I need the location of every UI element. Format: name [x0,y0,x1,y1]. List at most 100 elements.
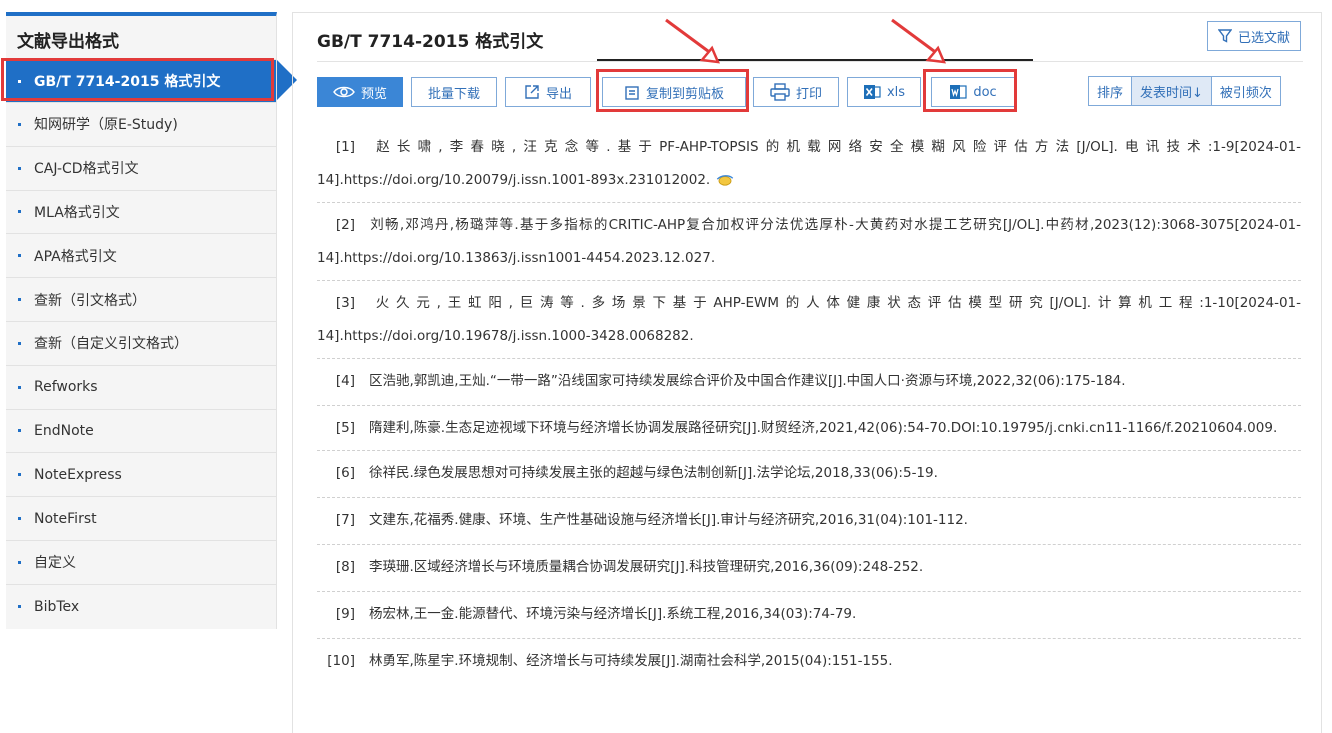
bullet-icon [18,254,21,258]
reference-item: [2] 刘畅,邓鸿丹,杨璐萍等.基于多指标的CRITIC-AHP复合加权评分法优选… [317,203,1301,281]
reference-number: [10] [327,653,355,669]
export-label: 导出 [545,86,572,102]
preview-label: 预览 [360,86,387,102]
sidebar-item-estudy[interactable]: 知网研学（原E-Study) [6,103,276,147]
format-list: GB/T 7714-2015 格式引文 知网研学（原E-Study) CAJ-C… [6,60,276,629]
sidebar-item-label: APA格式引文 [34,248,117,265]
sidebar-item-label: MLA格式引文 [34,204,120,221]
sidebar-item-label: 查新（引文格式） [34,292,146,309]
sidebar-item-label: 自定义 [34,555,76,572]
title-divider [317,61,1303,62]
bullet-icon [18,341,21,345]
reference-text: 隋建利,陈豪.生态足迹视域下环境与经济增长协调发展路径研究[J].财贸经济,20… [369,420,1278,436]
preview-button[interactable]: 预览 [317,77,403,107]
reference-number: [9] [335,606,355,622]
bullet-icon [18,79,21,83]
sidebar-item-mla[interactable]: MLA格式引文 [6,190,276,235]
reference-number: [6] [335,465,355,481]
reference-number: [2] [335,217,355,233]
reference-number: [5] [335,420,355,436]
sidebar-item-caj-cd[interactable]: CAJ-CD格式引文 [6,146,276,191]
bullet-icon [18,517,21,521]
xls-label: xls [886,84,906,100]
sidebar-item-label: GB/T 7714-2015 格式引文 [34,74,221,90]
doc-export-button[interactable]: doc [931,77,1015,107]
sidebar-item-label: NoteFirst [34,510,97,527]
sidebar-item-label: CAJ-CD格式引文 [34,161,139,178]
reference-text: 杨宏林,王一金.能源替代、环境污染与经济增长[J].系统工程,2016,34(0… [369,606,857,622]
reference-item: [7] 文建东,花福秀.健康、环境、生产性基础设施与经济增长[J].审计与经济研究… [317,498,1301,545]
cnki-link-icon[interactable] [716,174,734,186]
title-divider-dark [597,59,1033,61]
reference-text: 火久元,王虹阳,巨涛等.多场景下基于AHP-EWM的人体健康状态评估模型研究[J… [317,295,1301,344]
batch-download-label: 批量下载 [427,86,480,102]
reference-item: [8] 李瑛珊.区域经济增长与环境质量耦合协调发展研究[J].科技管理研究,201… [317,545,1301,592]
filter-icon [1217,29,1232,43]
sidebar-item-chaxin[interactable]: 查新（引文格式） [6,278,276,322]
sort-label-button[interactable]: 排序 [1088,76,1133,106]
word-icon [950,85,967,99]
sidebar-item-chaxin-custom[interactable]: 查新（自定义引文格式） [6,321,276,366]
reference-item: [1] 赵长啸,李春晓,汪克念等.基于PF-AHP-TOPSIS的机载网络安全模糊… [317,125,1301,203]
selected-docs-label: 已选文献 [1237,30,1290,46]
sort-cited-label: 被引频次 [1219,85,1272,101]
sidebar-item-label: Refworks [34,379,98,396]
sidebar-item-label: NoteExpress [34,466,122,483]
batch-download-button[interactable]: 批量下载 [411,77,497,107]
eye-icon [333,86,355,98]
bullet-icon [18,473,21,477]
printer-icon [770,83,790,101]
sidebar-item-noteexpress[interactable]: NoteExpress [6,453,276,498]
sidebar-item-apa[interactable]: APA格式引文 [6,234,276,279]
sidebar-item-custom[interactable]: 自定义 [6,540,276,585]
excel-icon [863,85,881,99]
bullet-icon [18,210,21,214]
citation-panel: GB/T 7714-2015 格式引文 已选文献 预览 批量下载 导出 复制到剪… [292,12,1322,733]
reference-text: 李瑛珊.区域经济增长与环境质量耦合协调发展研究[J].科技管理研究,2016,3… [369,559,924,575]
bullet-icon [18,298,21,302]
bullet-icon [18,605,21,609]
reference-text: 区浩驰,郭凯迪,王灿.“一带一路”沿线国家可持续发展综合评价及中国合作建议[J]… [369,373,1126,389]
sort-pub-time-button[interactable]: 发表时间↓ [1131,76,1212,106]
reference-number: [8] [335,559,355,575]
export-format-sidebar: 文献导出格式 GB/T 7714-2015 格式引文 知网研学（原E-Study… [6,12,277,629]
bullet-icon [18,385,21,389]
sort-pub-time-label: 发表时间↓ [1140,85,1203,101]
page-title: GB/T 7714-2015 格式引文 [317,32,544,52]
reference-text: 林勇军,陈星宇.环境规制、经济增长与可持续发展[J].湖南社会科学,2015(0… [369,653,893,669]
sidebar-item-label: 查新（自定义引文格式） [34,336,188,353]
print-button[interactable]: 打印 [753,77,839,107]
xls-export-button[interactable]: xls [847,77,921,107]
reference-text: 文建东,花福秀.健康、环境、生产性基础设施与经济增长[J].审计与经济研究,20… [369,512,968,528]
bullet-icon [18,560,21,564]
sort-cited-button[interactable]: 被引频次 [1210,76,1281,106]
reference-text: 刘畅,邓鸿丹,杨璐萍等.基于多指标的CRITIC-AHP复合加权评分法优选厚朴-… [317,217,1301,266]
reference-number: [7] [335,512,355,528]
sidebar-item-notefirst[interactable]: NoteFirst [6,497,276,541]
print-label: 打印 [795,86,822,102]
selected-docs-button[interactable]: 已选文献 [1207,21,1301,51]
copy-clipboard-button[interactable]: 复制到剪贴板 [602,77,746,107]
reference-list: [1] 赵长啸,李春晓,汪克念等.基于PF-AHP-TOPSIS的机载网络安全模糊… [317,125,1301,685]
sidebar-item-label: EndNote [34,422,94,439]
bullet-icon [18,429,21,433]
sidebar-item-endnote[interactable]: EndNote [6,409,276,454]
reference-number: [1] [335,139,355,155]
sidebar-title: 文献导出格式 [6,16,276,60]
sidebar-item-bibtex[interactable]: BibTex [6,584,276,629]
clipboard-icon [625,86,639,100]
sidebar-item-label: BibTex [34,598,80,615]
reference-item: [5] 隋建利,陈豪.生态足迹视域下环境与经济增长协调发展路径研究[J].财贸经济… [317,406,1301,451]
external-link-icon [525,85,539,99]
bullet-icon [18,166,21,170]
reference-item: [6] 徐祥民.绿色发展思想对可持续发展主张的超越与绿色法制创新[J].法学论坛,… [317,451,1301,498]
reference-item: [3] 火久元,王虹阳,巨涛等.多场景下基于AHP-EWM的人体健康状态评估模型研… [317,281,1301,359]
reference-item: [9] 杨宏林,王一金.能源替代、环境污染与经济增长[J].系统工程,2016,3… [317,592,1301,639]
sidebar-item-refworks[interactable]: Refworks [6,365,276,410]
sort-label: 排序 [1097,85,1124,101]
reference-item: [10] 林勇军,陈星宇.环境规制、经济增长与可持续发展[J].湖南社会科学,20… [317,639,1301,685]
bullet-icon [18,122,21,126]
export-button[interactable]: 导出 [505,77,591,107]
sidebar-item-gbt7714[interactable]: GB/T 7714-2015 格式引文 [6,60,276,103]
sort-controls: 排序 发表时间↓ 被引频次 [1088,76,1281,106]
